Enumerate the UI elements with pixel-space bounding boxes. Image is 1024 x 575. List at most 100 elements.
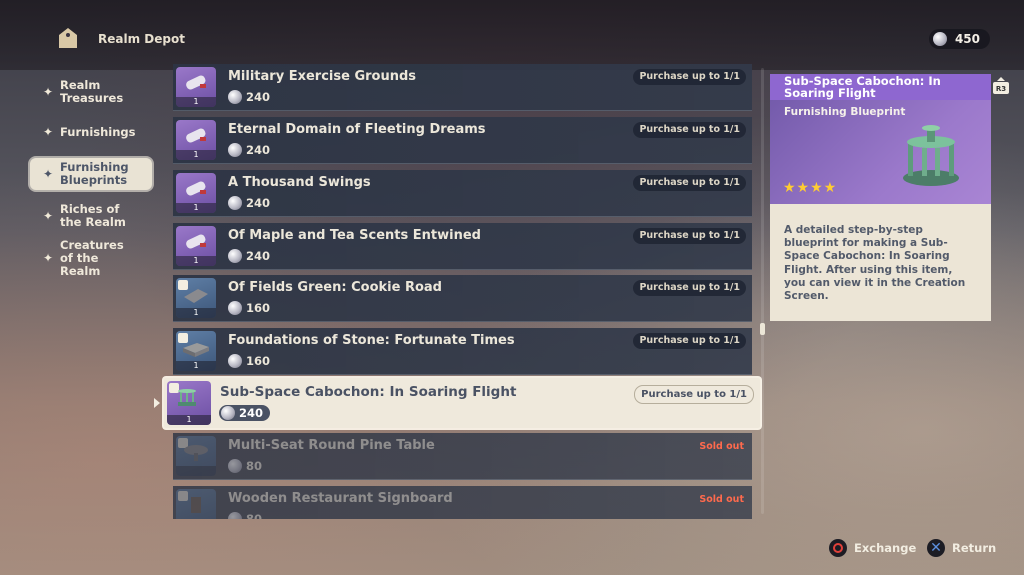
exchange-label: Exchange <box>854 541 917 555</box>
list-item[interactable]: 1 Of Fields Green: Cookie Road 160 Purch… <box>173 275 752 322</box>
blueprint-scroll-icon <box>186 234 206 249</box>
sidebar-item-riches-of-the-realm[interactable]: ✦ Riches of the Realm <box>30 200 152 232</box>
sold-out-label: Sold out <box>699 441 744 452</box>
item-quantity: 1 <box>176 256 216 266</box>
item-name: Sub-Space Cabochon: In Soaring Flight <box>220 384 517 400</box>
blueprint-thumbnail <box>176 436 216 476</box>
currency-amount: 450 <box>954 32 980 46</box>
item-price: 80 <box>228 512 262 519</box>
sidebar-item-label: Realm Treasures <box>60 78 124 105</box>
sidebar-item-label: Creatures of the Realm <box>60 237 124 278</box>
item-price: 240 <box>228 143 270 157</box>
purchase-limit-badge: Purchase up to 1/1 <box>634 385 754 404</box>
sidebar-item-creatures-of-the-realm[interactable]: ✦ Creatures of the Realm <box>30 238 152 277</box>
sidebar-item-label: Furnishings <box>60 124 136 139</box>
sparkle-icon: ✦ <box>42 208 54 223</box>
list-scrollbar[interactable] <box>760 68 765 514</box>
sparkle-icon: ✦ <box>42 166 54 181</box>
blueprint-scroll-icon <box>186 75 206 90</box>
item-price: 80 <box>228 459 262 473</box>
sold-out-label: Sold out <box>699 494 744 505</box>
item-quantity: 1 <box>176 203 216 213</box>
blueprint-thumbnail: 1 <box>176 173 216 213</box>
list-item[interactable]: 1 Foundations of Stone: Fortunate Times … <box>173 328 752 375</box>
list-item[interactable]: Multi-Seat Round Pine Table 80 Sold out <box>173 433 752 480</box>
svg-text:R3: R3 <box>996 85 1006 93</box>
blueprint-thumbnail: 1 <box>176 120 216 160</box>
list-item[interactable]: 1 Military Exercise Grounds 240 Purchase… <box>173 64 752 111</box>
scrollbar-thumb[interactable] <box>760 323 765 335</box>
item-name: Of Maple and Tea Scents Entwined <box>228 228 481 243</box>
item-quantity: 1 <box>167 415 211 425</box>
signboard-icon <box>191 497 201 513</box>
purchase-limit-badge: Purchase up to 1/1 <box>633 122 746 138</box>
blueprint-scroll-icon <box>186 181 206 196</box>
realm-currency-icon <box>228 459 242 473</box>
item-name: Foundations of Stone: Fortunate Times <box>228 333 515 348</box>
realm-currency-icon <box>228 354 242 368</box>
realm-currency-icon <box>221 406 235 420</box>
detail-item-type: Furnishing Blueprint <box>784 106 906 118</box>
item-price: 240 <box>228 90 270 104</box>
realm-currency-icon <box>228 143 242 157</box>
realm-currency-icon <box>228 512 242 519</box>
blueprint-thumbnail: 1 <box>176 331 216 371</box>
purchase-limit-badge: Purchase up to 1/1 <box>633 69 746 85</box>
item-name: A Thousand Swings <box>228 175 371 190</box>
item-name: Wooden Restaurant Signboard <box>228 491 453 506</box>
sidebar-item-label: Furnishing Blueprints <box>60 160 129 187</box>
item-quantity <box>176 466 216 476</box>
sidebar-item-furnishings[interactable]: ✦ Furnishings <box>30 116 152 148</box>
currency-display: 450 <box>928 29 990 49</box>
cabochon-pavilion-icon <box>903 125 959 186</box>
item-detail-panel: Sub-Space Cabochon: In Soaring Flight Fu… <box>770 74 991 321</box>
purchase-limit-badge: Purchase up to 1/1 <box>633 333 746 349</box>
list-item[interactable]: Wooden Restaurant Signboard 80 Sold out <box>173 486 752 519</box>
sparkle-icon: ✦ <box>42 124 54 139</box>
list-item[interactable]: 1 A Thousand Swings 240 Purchase up to 1… <box>173 170 752 217</box>
list-item-selected[interactable]: 1 Sub-Space Cabochon: In Soaring Flight … <box>164 378 760 428</box>
detail-title: Sub-Space Cabochon: In Soaring Flight <box>770 74 991 100</box>
blueprint-scroll-icon <box>186 128 206 143</box>
detail-header: Sub-Space Cabochon: In Soaring Flight Fu… <box>770 74 991 204</box>
item-price: 160 <box>228 354 270 368</box>
header-bar: Realm Depot 450 <box>0 0 1024 70</box>
return-label: Return <box>952 541 997 555</box>
return-button[interactable]: ✕ Return <box>927 538 996 558</box>
item-quantity: 1 <box>176 361 216 371</box>
purchase-limit-badge: Purchase up to 1/1 <box>633 280 746 296</box>
blueprint-thumbnail: 1 <box>176 226 216 266</box>
sparkle-icon: ✦ <box>42 250 54 265</box>
purchase-limit-badge: Purchase up to 1/1 <box>633 175 746 191</box>
realm-currency-icon <box>228 196 242 210</box>
exchange-button[interactable]: Exchange <box>829 538 916 558</box>
item-quantity: 1 <box>176 308 216 318</box>
price-tag-icon <box>59 28 77 48</box>
rarity-stars: ★★★★ <box>783 180 838 196</box>
item-price: 240 <box>228 196 270 210</box>
detail-description: A detailed step-by-step blueprint for ma… <box>770 204 991 321</box>
blueprint-thumbnail: 1 <box>167 381 211 425</box>
item-name: Eternal Domain of Fleeting Dreams <box>228 122 486 137</box>
item-list[interactable]: 1 Military Exercise Grounds 240 Purchase… <box>173 64 753 519</box>
cookie-road-icon <box>184 289 208 303</box>
realm-currency-icon <box>228 249 242 263</box>
list-item[interactable]: 1 Eternal Domain of Fleeting Dreams 240 … <box>173 117 752 164</box>
item-quantity: 1 <box>176 150 216 160</box>
selection-pointer-icon <box>154 398 160 408</box>
realm-currency-icon <box>228 90 242 104</box>
item-name: Military Exercise Grounds <box>228 69 417 84</box>
stone-foundation-icon <box>183 343 209 357</box>
r3-button-icon[interactable]: R3 <box>992 77 1010 95</box>
realm-currency-icon <box>228 301 242 315</box>
item-quantity: 1 <box>176 97 216 107</box>
sidebar-item-realm-treasures[interactable]: ✦ Realm Treasures <box>30 76 152 108</box>
purchase-limit-badge: Purchase up to 1/1 <box>633 228 746 244</box>
item-price: 240 <box>228 249 270 263</box>
sidebar-item-furnishing-blueprints[interactable]: ✦ Furnishing Blueprints <box>30 158 152 190</box>
item-name: Multi-Seat Round Pine Table <box>228 438 435 453</box>
list-item[interactable]: 1 Of Maple and Tea Scents Entwined 240 P… <box>173 223 752 270</box>
sidebar-item-label: Riches of the Realm <box>60 202 126 229</box>
circle-button-icon <box>829 539 847 557</box>
blueprint-thumbnail: 1 <box>176 67 216 107</box>
